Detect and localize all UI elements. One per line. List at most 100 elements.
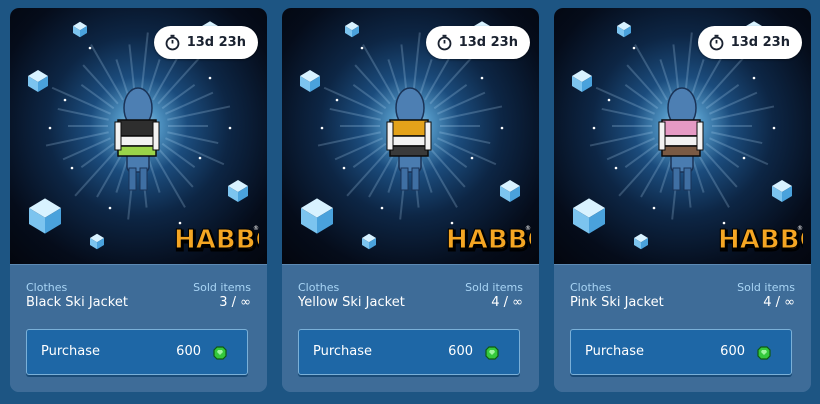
- item-name: Yellow Ski Jacket: [298, 295, 405, 310]
- habbo-logo: HABBO HABBO ®: [718, 225, 804, 257]
- ice-cube: [500, 180, 520, 202]
- purchase-button[interactable]: Purchase 600: [570, 329, 792, 375]
- svg-text:®: ®: [797, 225, 803, 232]
- star: [480, 76, 484, 80]
- offer-card: 13d 23h HABBO HABBO ® Clothes Sold items…: [554, 8, 811, 392]
- habbo-logo: HABBO HABBO ®: [446, 225, 532, 257]
- star: [470, 156, 474, 160]
- light-ray: [705, 84, 740, 110]
- ice-cube: [572, 70, 592, 92]
- offer-info: Clothes Sold items Black Ski Jacket 3 / …: [10, 264, 267, 392]
- offer-info: Clothes Sold items Pink Ski Jacket 4 / ∞…: [554, 264, 811, 392]
- light-ray: [368, 151, 396, 198]
- timer-text: 13d 23h: [186, 35, 246, 50]
- light-ray: [96, 151, 124, 198]
- ice-cube: [772, 180, 792, 202]
- purchase-button[interactable]: Purchase 600: [26, 329, 248, 375]
- price-value: 600: [176, 344, 201, 359]
- item-name: Black Ski Jacket: [26, 295, 128, 310]
- habbo-logo: HABBO HABBO ®: [174, 225, 260, 257]
- light-ray: [705, 142, 740, 168]
- ice-cube: [300, 70, 320, 92]
- timer-text: 13d 23h: [458, 35, 518, 50]
- emerald-gem-icon: [757, 346, 771, 360]
- time-remaining-badge: 13d 23h: [153, 26, 258, 59]
- ice-cube: [362, 233, 376, 250]
- item-category: Clothes: [570, 281, 612, 294]
- star: [742, 156, 746, 160]
- star: [108, 206, 112, 210]
- star: [70, 166, 74, 170]
- sold-items-label: Sold items: [737, 281, 795, 294]
- stopwatch-icon: [437, 34, 452, 51]
- timer-text: 13d 23h: [730, 35, 790, 50]
- stopwatch-icon: [165, 34, 180, 51]
- offer-card: 13d 23h HABBO HABBO ® Clothes Sold items…: [282, 8, 539, 392]
- purchase-label: Purchase: [585, 344, 645, 359]
- light-ray: [433, 142, 468, 168]
- item-category: Clothes: [26, 281, 68, 294]
- ice-cube: [28, 70, 48, 92]
- star: [63, 98, 67, 102]
- star: [752, 76, 756, 80]
- svg-text:®: ®: [253, 225, 259, 232]
- sold-items-label: Sold items: [465, 281, 523, 294]
- ice-cube: [573, 198, 605, 234]
- light-ray: [140, 32, 149, 97]
- light-ray: [412, 32, 421, 97]
- price-value: 600: [448, 344, 473, 359]
- star: [208, 76, 212, 80]
- purchase-label: Purchase: [41, 344, 101, 359]
- ice-cube: [301, 198, 333, 234]
- star: [88, 46, 92, 50]
- star: [320, 126, 324, 130]
- light-ray: [433, 84, 468, 110]
- sold-items-count: 4 / ∞: [763, 295, 795, 310]
- light-ray: [624, 84, 659, 110]
- ski-jacket: [114, 119, 160, 157]
- light-ray: [640, 151, 668, 198]
- offer-image: 13d 23h HABBO HABBO ®: [10, 8, 267, 264]
- light-ray: [352, 84, 387, 110]
- light-ray: [684, 32, 693, 97]
- ice-cube: [634, 233, 648, 250]
- purchase-button[interactable]: Purchase 600: [298, 329, 520, 375]
- ice-cube: [90, 233, 104, 250]
- purchase-label: Purchase: [313, 344, 373, 359]
- svg-text:®: ®: [525, 225, 531, 232]
- light-ray: [161, 142, 196, 168]
- light-ray: [152, 54, 180, 101]
- star: [342, 166, 346, 170]
- star: [198, 156, 202, 160]
- star: [380, 206, 384, 210]
- star: [772, 126, 776, 130]
- time-remaining-badge: 13d 23h: [425, 26, 530, 59]
- star: [335, 98, 339, 102]
- item-name: Pink Ski Jacket: [570, 295, 664, 310]
- star: [48, 126, 52, 130]
- sold-items-label: Sold items: [193, 281, 251, 294]
- light-ray: [424, 54, 452, 101]
- offer-card: 13d 23h HABBO HABBO ® Clothes Sold items…: [10, 8, 267, 392]
- ski-jacket: [386, 119, 432, 157]
- star: [614, 166, 618, 170]
- sold-items-count: 3 / ∞: [219, 295, 251, 310]
- price-value: 600: [720, 344, 745, 359]
- ice-cube: [345, 21, 359, 38]
- light-ray: [352, 142, 387, 168]
- star: [652, 206, 656, 210]
- offer-image: 13d 23h HABBO HABBO ®: [554, 8, 811, 264]
- emerald-gem-icon: [213, 346, 227, 360]
- light-ray: [161, 84, 196, 110]
- star: [632, 46, 636, 50]
- star: [500, 126, 504, 130]
- light-ray: [80, 84, 115, 110]
- star: [360, 46, 364, 50]
- ice-cube: [228, 180, 248, 202]
- offer-image: 13d 23h HABBO HABBO ®: [282, 8, 539, 264]
- svg-text:HABBO: HABBO: [174, 225, 259, 255]
- light-ray: [696, 54, 724, 101]
- emerald-gem-icon: [485, 346, 499, 360]
- ice-cube: [29, 198, 61, 234]
- ice-cube: [617, 21, 631, 38]
